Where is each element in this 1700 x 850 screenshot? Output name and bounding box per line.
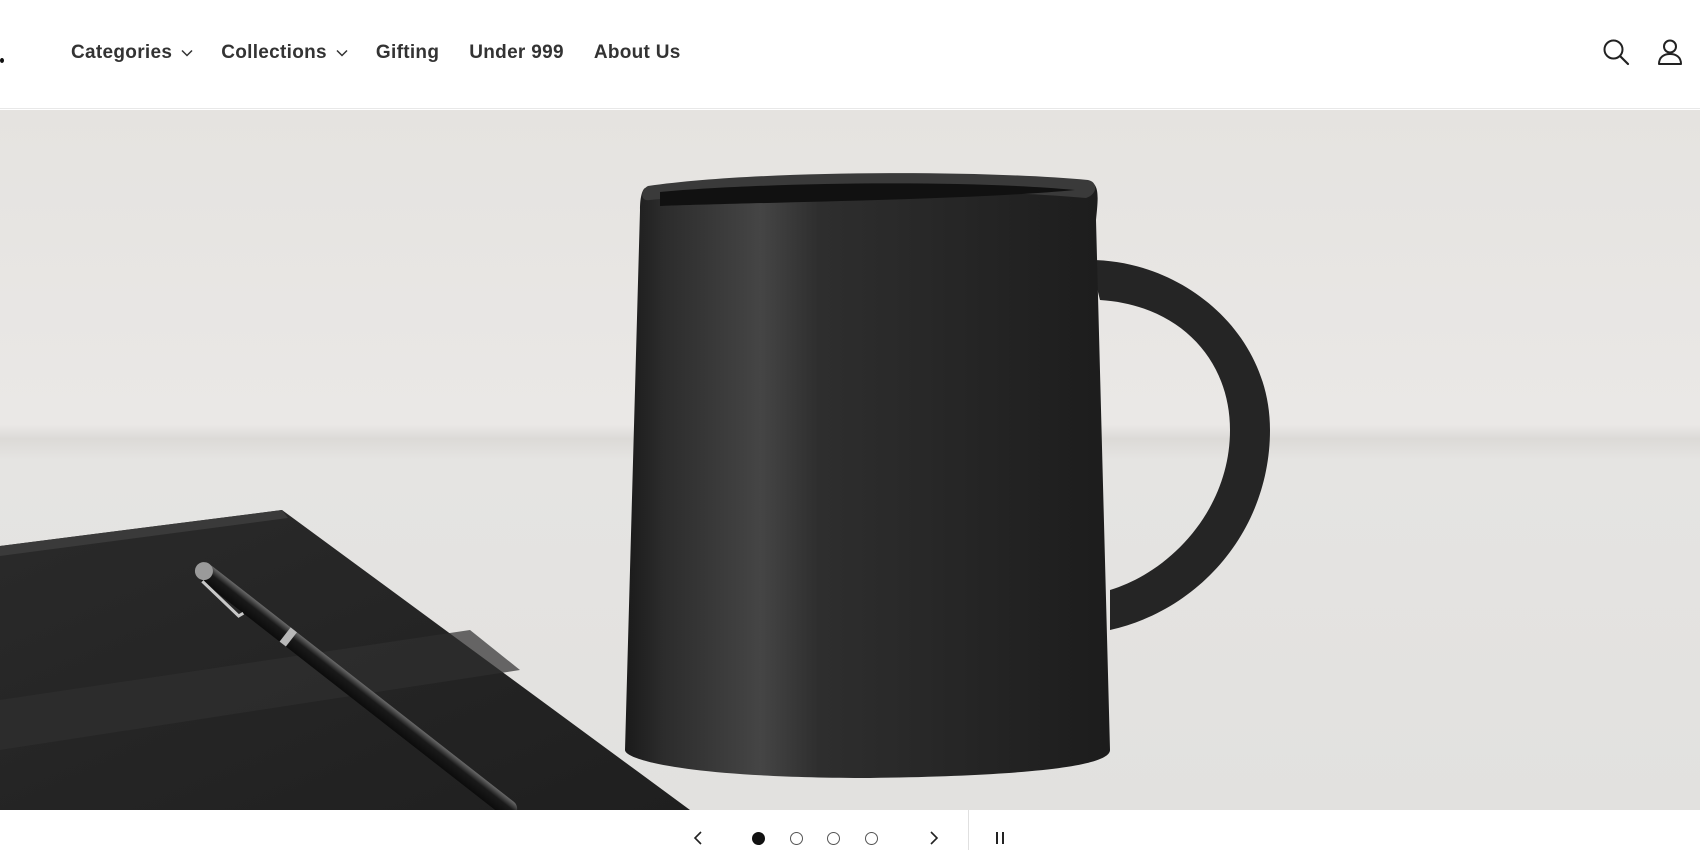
- nav-item-under-999[interactable]: Under 999: [469, 42, 564, 64]
- nav-item-label: Gifting: [375, 42, 440, 63]
- hero-slideshow: [0, 110, 1700, 810]
- slide-dot-4[interactable]: [864, 832, 878, 845]
- nav-item-label: About Us: [593, 42, 681, 63]
- site-header: Categories Collections Gifting Under 999…: [0, 0, 1700, 109]
- nav-item-categories[interactable]: Categories: [71, 42, 193, 64]
- next-slide-button[interactable]: [924, 828, 944, 848]
- slide-dots: [752, 832, 902, 845]
- logo[interactable]: [0, 58, 4, 63]
- slide-dot-2[interactable]: [789, 832, 803, 845]
- search-button[interactable]: [1600, 36, 1632, 68]
- chevron-right-icon: [930, 831, 939, 845]
- slideshow-controls: [0, 810, 1700, 850]
- hero-image: [0, 110, 1700, 810]
- pause-icon: [996, 832, 1004, 844]
- slide-dot-3[interactable]: [827, 832, 840, 845]
- account-icon: [1658, 39, 1682, 65]
- previous-slide-button[interactable]: [688, 828, 708, 848]
- chevron-down-icon: [181, 49, 193, 57]
- controls-divider: [968, 810, 969, 850]
- pause-slideshow-button[interactable]: [990, 828, 1010, 848]
- nav-item-gifting[interactable]: Gifting: [376, 42, 439, 64]
- header-actions: [1600, 36, 1700, 68]
- search-icon: [1603, 39, 1630, 66]
- nav-item-collections[interactable]: Collections: [221, 42, 348, 64]
- slide-dot-1[interactable]: [752, 832, 765, 845]
- nav-item-label: Under 999: [469, 42, 564, 63]
- chevron-left-icon: [693, 831, 702, 845]
- main-nav: Categories Collections Gifting Under 999…: [71, 38, 711, 68]
- nav-item-label: Collections: [221, 42, 327, 63]
- nav-item-about-us[interactable]: About Us: [594, 42, 681, 64]
- nav-item-label: Categories: [71, 42, 173, 63]
- chevron-down-icon: [336, 49, 348, 57]
- account-button[interactable]: [1654, 36, 1686, 68]
